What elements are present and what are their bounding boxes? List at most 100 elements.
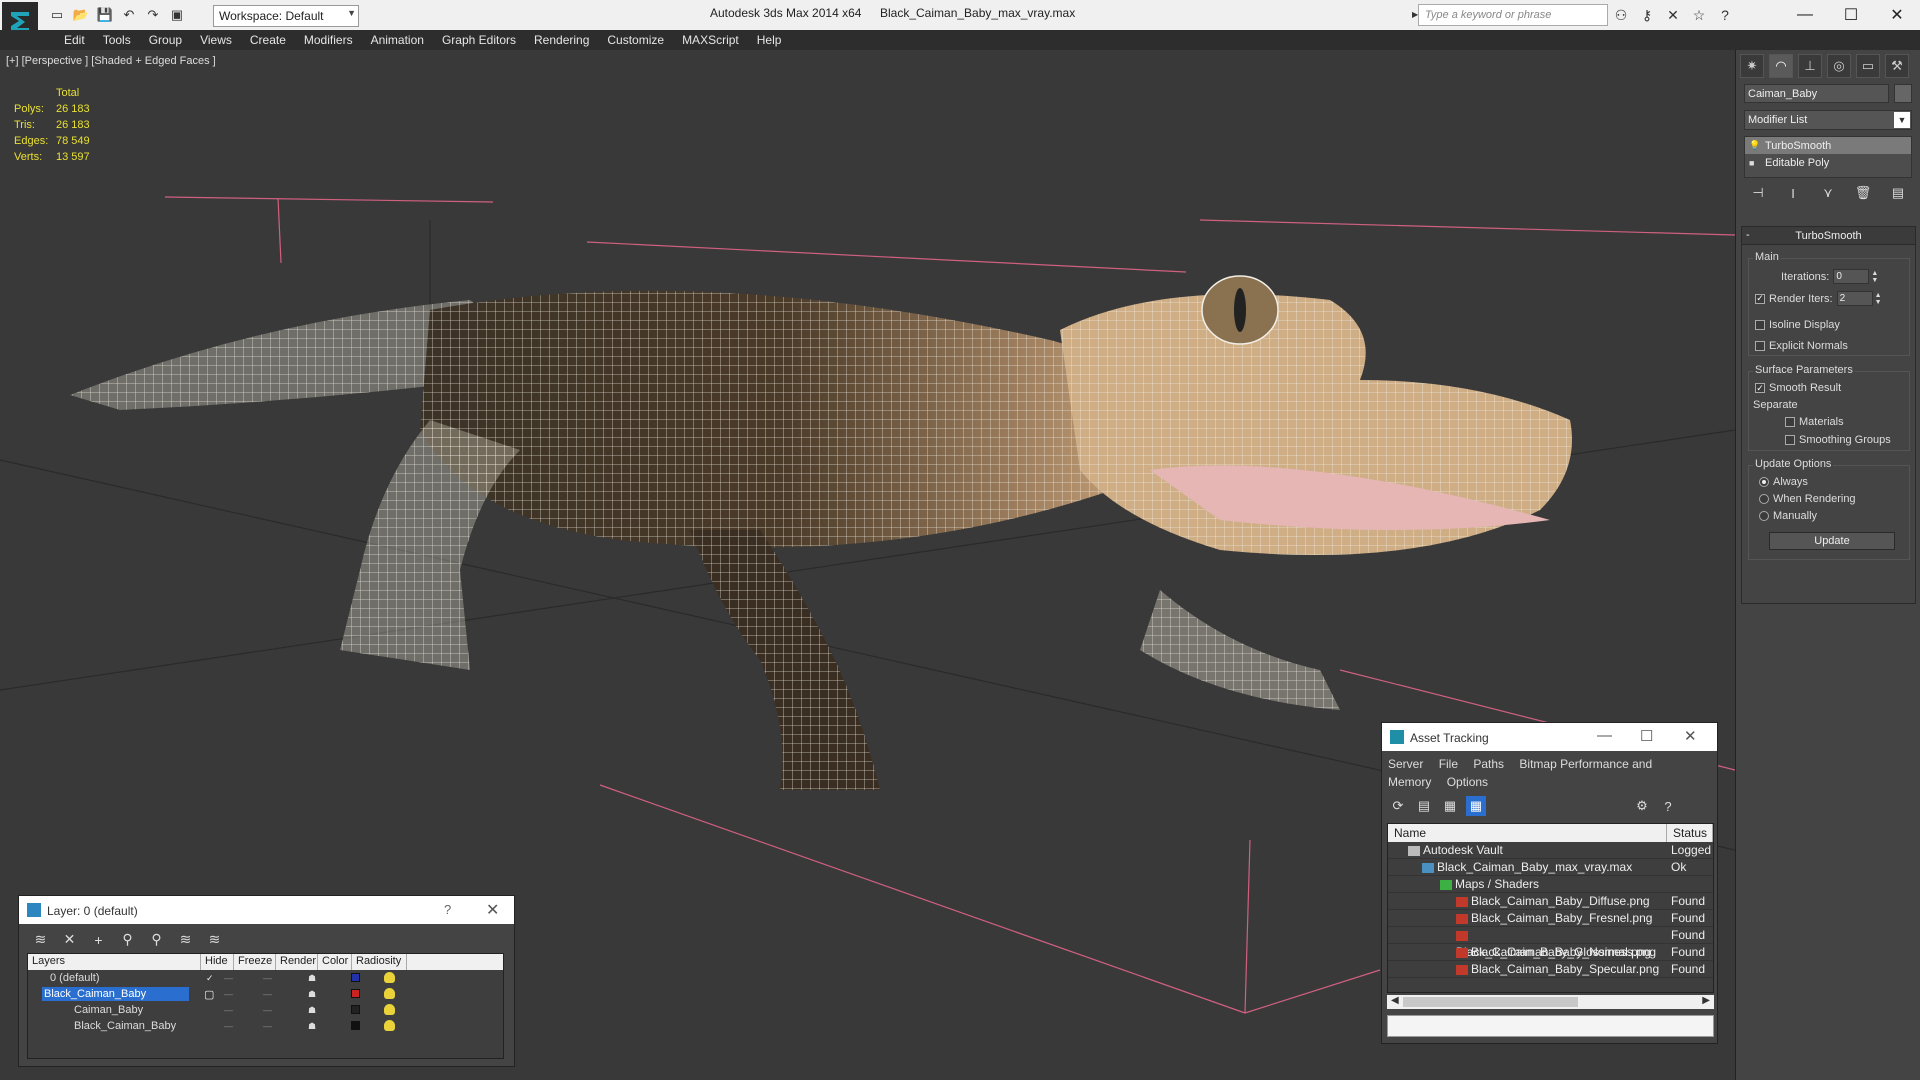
spinner-arrows-icon[interactable]: ▲ ▼ <box>1875 292 1882 306</box>
highlight-layer-icon[interactable]: ⚲ <box>147 930 166 949</box>
asset-row[interactable]: Black_Caiman_Baby_Diffuse.png Found <box>1388 893 1713 910</box>
column-render[interactable]: Render <box>276 954 318 970</box>
materials-checkbox[interactable] <box>1785 417 1795 427</box>
new-layer-icon[interactable]: ≋ <box>31 930 50 949</box>
minimize-button[interactable]: — <box>1782 0 1828 30</box>
always-radio[interactable] <box>1759 477 1769 487</box>
asset-path-field[interactable] <box>1387 1015 1714 1037</box>
layer-color-swatch[interactable] <box>351 1021 360 1030</box>
display-icon[interactable]: ▭ <box>1856 54 1880 78</box>
close-button[interactable]: ✕ <box>1684 727 1697 745</box>
maximize-button[interactable]: ☐ <box>1640 727 1653 745</box>
menu-tools[interactable]: Tools <box>94 30 140 50</box>
delete-layer-icon[interactable]: ✕ <box>60 930 79 949</box>
column-status[interactable]: Status <box>1667 824 1713 842</box>
render-teapot-icon[interactable]: ☗ <box>308 989 316 1000</box>
radiosity-icon[interactable] <box>384 988 395 999</box>
layer-color-swatch[interactable] <box>351 1005 360 1014</box>
when-rendering-radio[interactable] <box>1759 494 1769 504</box>
hide-toggle[interactable]: — <box>224 973 233 983</box>
asset-row[interactable]: Black_Caiman_Baby_Normal.png Found <box>1388 944 1713 961</box>
stack-item-editable-poly[interactable]: ■ Editable Poly <box>1745 154 1911 171</box>
menu-paths[interactable]: Paths <box>1473 757 1504 771</box>
modifier-list-dropdown[interactable]: Modifier List ▼ <box>1744 110 1912 130</box>
freeze-toggle[interactable]: — <box>263 989 272 999</box>
configure-sets-icon[interactable]: ▤ <box>1888 183 1908 203</box>
refresh-icon[interactable]: ⟳ <box>1388 796 1408 816</box>
thumbnail-view-icon[interactable]: ▦ <box>1440 796 1460 816</box>
select-objects-icon[interactable]: ⚲ <box>118 930 137 949</box>
workspace-dropdown[interactable]: Workspace: Default ▼ <box>213 5 359 27</box>
hierarchy-icon[interactable]: ⊥ <box>1798 54 1822 78</box>
horizontal-scrollbar[interactable]: ◀ ▶ <box>1387 995 1714 1009</box>
asset-row[interactable]: Black_Caiman_Baby_max_vray.max Ok <box>1388 859 1713 876</box>
scrollbar-thumb[interactable] <box>1403 997 1578 1007</box>
pin-stack-icon[interactable]: ⊣ <box>1748 183 1768 203</box>
freeze-all-icon[interactable]: ≋ <box>205 930 224 949</box>
menu-graph-editors[interactable]: Graph Editors <box>433 30 525 50</box>
undo-icon[interactable]: ↶ <box>120 6 138 24</box>
list-view-icon[interactable]: ▤ <box>1414 796 1434 816</box>
asset-row[interactable]: Black_Caiman_Baby_Specular.png Found <box>1388 961 1713 978</box>
exchange-icon[interactable]: ✕ <box>1664 6 1682 24</box>
asset-tracking-titlebar[interactable]: Asset Tracking — ☐ ✕ <box>1382 723 1717 751</box>
scroll-left-icon[interactable]: ◀ <box>1391 995 1399 1006</box>
render-iters-checkbox[interactable]: ✓ <box>1755 293 1765 304</box>
column-layers[interactable]: Layers <box>28 954 201 970</box>
hide-all-icon[interactable]: ≋ <box>176 930 195 949</box>
column-radiosity[interactable]: Radiosity <box>352 954 407 970</box>
close-icon[interactable]: ✕ <box>486 900 499 920</box>
menu-bitmap-performance[interactable]: Bitmap Performance and Memory <box>1388 757 1652 789</box>
menu-server[interactable]: Server <box>1388 757 1423 771</box>
radiosity-icon[interactable] <box>384 972 395 983</box>
column-color[interactable]: Color <box>318 954 352 970</box>
redo-icon[interactable]: ↷ <box>144 6 162 24</box>
column-hide[interactable]: Hide <box>201 954 234 970</box>
star-icon[interactable]: ☆ <box>1690 6 1708 24</box>
menu-views[interactable]: Views <box>191 30 241 50</box>
radiosity-icon[interactable] <box>384 1020 395 1031</box>
key-icon[interactable]: ⚷ <box>1638 6 1656 24</box>
menu-edit[interactable]: Edit <box>55 30 94 50</box>
isoline-checkbox[interactable] <box>1755 320 1765 330</box>
layer-row[interactable]: Caiman_Baby — — ☗ <box>28 1002 503 1018</box>
lightbulb-icon[interactable]: 💡 <box>1749 140 1760 151</box>
iterations-spinner[interactable]: 0 ▲ ▼ <box>1833 269 1878 284</box>
help-icon[interactable]: ? <box>1658 796 1678 816</box>
asset-row[interactable]: Autodesk Vault Logged <box>1388 842 1713 859</box>
layer-row[interactable]: Black_Caiman_Baby — — ☗ <box>28 1018 503 1034</box>
utilities-icon[interactable]: ⚒ <box>1885 54 1909 78</box>
modify-icon[interactable]: ◠ <box>1769 54 1793 78</box>
help-icon[interactable]: ? <box>1716 6 1734 24</box>
freeze-toggle[interactable]: — <box>263 1021 272 1031</box>
close-button[interactable]: ✕ <box>1874 0 1920 30</box>
render-iters-spinner[interactable]: 2 ▲ ▼ <box>1836 291 1882 306</box>
menu-file[interactable]: File <box>1439 757 1458 771</box>
hide-toggle[interactable]: — <box>224 989 233 999</box>
show-end-result-icon[interactable]: Ι <box>1783 183 1803 203</box>
hide-toggle[interactable]: — <box>224 1021 233 1031</box>
smooth-result-checkbox[interactable]: ✓ <box>1755 383 1765 393</box>
motion-icon[interactable]: ◎ <box>1827 54 1851 78</box>
project-icon[interactable]: ▣ <box>168 6 186 24</box>
layer-color-swatch[interactable] <box>351 989 360 998</box>
menu-animation[interactable]: Animation <box>362 30 433 50</box>
hide-toggle[interactable]: — <box>224 1005 233 1015</box>
search-input[interactable]: Type a keyword or phrase <box>1418 4 1608 26</box>
minimize-button[interactable]: — <box>1597 727 1612 744</box>
stack-item-turbosmooth[interactable]: 💡 TurboSmooth <box>1745 137 1911 154</box>
asset-row[interactable]: Black_Caiman_Baby_Glossiness.png Found <box>1388 927 1713 959</box>
active-check-icon[interactable]: ✓ <box>206 973 214 984</box>
menu-rendering[interactable]: Rendering <box>525 30 598 50</box>
radiosity-icon[interactable] <box>384 1004 395 1015</box>
add-selection-icon[interactable]: ▢ <box>204 988 214 1001</box>
new-icon[interactable]: ▭ <box>48 6 66 24</box>
menu-customize[interactable]: Customize <box>598 30 673 50</box>
layer-color-swatch[interactable] <box>351 973 360 982</box>
help-button[interactable]: ? <box>444 902 451 917</box>
open-icon[interactable]: 📂 <box>72 6 90 24</box>
object-color-swatch[interactable] <box>1894 84 1912 103</box>
viewport-label[interactable]: [+] [Perspective ] [Shaded + Edged Faces… <box>6 55 216 67</box>
menu-help[interactable]: Help <box>748 30 791 50</box>
column-freeze[interactable]: Freeze <box>234 954 276 970</box>
